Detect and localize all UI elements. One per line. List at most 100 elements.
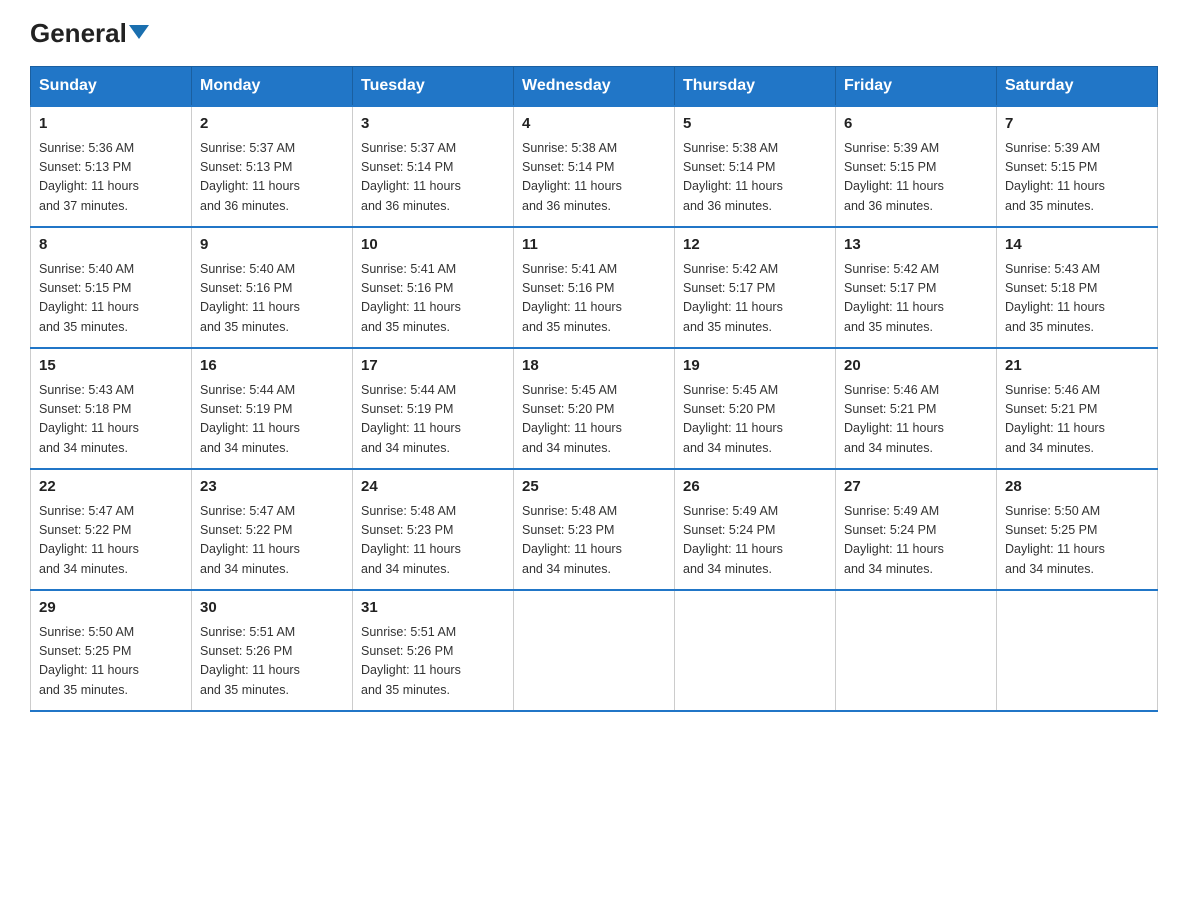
day-cell: 3 Sunrise: 5:37 AM Sunset: 5:14 PM Dayli… (353, 106, 514, 227)
day-number: 11 (522, 234, 666, 257)
day-cell: 11 Sunrise: 5:41 AM Sunset: 5:16 PM Dayl… (514, 227, 675, 348)
day-info: Sunrise: 5:47 AM Sunset: 5:22 PM Dayligh… (39, 502, 183, 580)
day-number: 7 (1005, 113, 1149, 136)
week-row-0: 1 Sunrise: 5:36 AM Sunset: 5:13 PM Dayli… (31, 106, 1158, 227)
day-cell: 15 Sunrise: 5:43 AM Sunset: 5:18 PM Dayl… (31, 348, 192, 469)
day-cell: 19 Sunrise: 5:45 AM Sunset: 5:20 PM Dayl… (675, 348, 836, 469)
logo-area: General (30, 20, 149, 48)
day-info: Sunrise: 5:38 AM Sunset: 5:14 PM Dayligh… (522, 139, 666, 217)
day-info: Sunrise: 5:38 AM Sunset: 5:14 PM Dayligh… (683, 139, 827, 217)
day-number: 26 (683, 476, 827, 499)
day-cell: 4 Sunrise: 5:38 AM Sunset: 5:14 PM Dayli… (514, 106, 675, 227)
day-number: 27 (844, 476, 988, 499)
calendar-table: SundayMondayTuesdayWednesdayThursdayFrid… (30, 66, 1158, 712)
day-number: 5 (683, 113, 827, 136)
day-info: Sunrise: 5:37 AM Sunset: 5:13 PM Dayligh… (200, 139, 344, 217)
day-cell: 20 Sunrise: 5:46 AM Sunset: 5:21 PM Dayl… (836, 348, 997, 469)
day-number: 15 (39, 355, 183, 378)
day-number: 21 (1005, 355, 1149, 378)
day-info: Sunrise: 5:45 AM Sunset: 5:20 PM Dayligh… (522, 381, 666, 459)
calendar-body: 1 Sunrise: 5:36 AM Sunset: 5:13 PM Dayli… (31, 106, 1158, 711)
week-row-3: 22 Sunrise: 5:47 AM Sunset: 5:22 PM Dayl… (31, 469, 1158, 590)
day-info: Sunrise: 5:47 AM Sunset: 5:22 PM Dayligh… (200, 502, 344, 580)
day-cell: 7 Sunrise: 5:39 AM Sunset: 5:15 PM Dayli… (997, 106, 1158, 227)
day-cell: 18 Sunrise: 5:45 AM Sunset: 5:20 PM Dayl… (514, 348, 675, 469)
day-info: Sunrise: 5:42 AM Sunset: 5:17 PM Dayligh… (683, 260, 827, 338)
day-number: 22 (39, 476, 183, 499)
day-cell: 2 Sunrise: 5:37 AM Sunset: 5:13 PM Dayli… (192, 106, 353, 227)
day-info: Sunrise: 5:44 AM Sunset: 5:19 PM Dayligh… (361, 381, 505, 459)
day-number: 10 (361, 234, 505, 257)
day-cell: 22 Sunrise: 5:47 AM Sunset: 5:22 PM Dayl… (31, 469, 192, 590)
day-number: 14 (1005, 234, 1149, 257)
day-info: Sunrise: 5:43 AM Sunset: 5:18 PM Dayligh… (1005, 260, 1149, 338)
day-number: 12 (683, 234, 827, 257)
day-cell: 31 Sunrise: 5:51 AM Sunset: 5:26 PM Dayl… (353, 590, 514, 711)
day-info: Sunrise: 5:40 AM Sunset: 5:16 PM Dayligh… (200, 260, 344, 338)
day-cell: 8 Sunrise: 5:40 AM Sunset: 5:15 PM Dayli… (31, 227, 192, 348)
day-cell: 12 Sunrise: 5:42 AM Sunset: 5:17 PM Dayl… (675, 227, 836, 348)
day-info: Sunrise: 5:44 AM Sunset: 5:19 PM Dayligh… (200, 381, 344, 459)
day-cell: 26 Sunrise: 5:49 AM Sunset: 5:24 PM Dayl… (675, 469, 836, 590)
day-number: 6 (844, 113, 988, 136)
week-row-1: 8 Sunrise: 5:40 AM Sunset: 5:15 PM Dayli… (31, 227, 1158, 348)
header-wednesday: Wednesday (514, 67, 675, 107)
header-monday: Monday (192, 67, 353, 107)
day-number: 2 (200, 113, 344, 136)
day-info: Sunrise: 5:51 AM Sunset: 5:26 PM Dayligh… (200, 623, 344, 701)
day-number: 19 (683, 355, 827, 378)
day-info: Sunrise: 5:39 AM Sunset: 5:15 PM Dayligh… (1005, 139, 1149, 217)
day-info: Sunrise: 5:39 AM Sunset: 5:15 PM Dayligh… (844, 139, 988, 217)
day-cell: 16 Sunrise: 5:44 AM Sunset: 5:19 PM Dayl… (192, 348, 353, 469)
day-cell (675, 590, 836, 711)
day-number: 18 (522, 355, 666, 378)
logo-general: General (30, 20, 149, 46)
day-number: 20 (844, 355, 988, 378)
day-cell: 1 Sunrise: 5:36 AM Sunset: 5:13 PM Dayli… (31, 106, 192, 227)
header-row: SundayMondayTuesdayWednesdayThursdayFrid… (31, 67, 1158, 107)
day-cell: 9 Sunrise: 5:40 AM Sunset: 5:16 PM Dayli… (192, 227, 353, 348)
day-cell (997, 590, 1158, 711)
day-cell: 21 Sunrise: 5:46 AM Sunset: 5:21 PM Dayl… (997, 348, 1158, 469)
week-row-4: 29 Sunrise: 5:50 AM Sunset: 5:25 PM Dayl… (31, 590, 1158, 711)
day-number: 31 (361, 597, 505, 620)
day-number: 17 (361, 355, 505, 378)
day-number: 30 (200, 597, 344, 620)
day-number: 16 (200, 355, 344, 378)
day-cell: 30 Sunrise: 5:51 AM Sunset: 5:26 PM Dayl… (192, 590, 353, 711)
day-info: Sunrise: 5:50 AM Sunset: 5:25 PM Dayligh… (39, 623, 183, 701)
day-cell: 10 Sunrise: 5:41 AM Sunset: 5:16 PM Dayl… (353, 227, 514, 348)
calendar-header: SundayMondayTuesdayWednesdayThursdayFrid… (31, 67, 1158, 107)
day-number: 1 (39, 113, 183, 136)
day-info: Sunrise: 5:46 AM Sunset: 5:21 PM Dayligh… (1005, 381, 1149, 459)
day-cell: 17 Sunrise: 5:44 AM Sunset: 5:19 PM Dayl… (353, 348, 514, 469)
day-cell: 29 Sunrise: 5:50 AM Sunset: 5:25 PM Dayl… (31, 590, 192, 711)
day-number: 4 (522, 113, 666, 136)
header-tuesday: Tuesday (353, 67, 514, 107)
day-number: 13 (844, 234, 988, 257)
day-number: 23 (200, 476, 344, 499)
day-number: 24 (361, 476, 505, 499)
day-number: 3 (361, 113, 505, 136)
day-cell: 5 Sunrise: 5:38 AM Sunset: 5:14 PM Dayli… (675, 106, 836, 227)
day-info: Sunrise: 5:40 AM Sunset: 5:15 PM Dayligh… (39, 260, 183, 338)
day-info: Sunrise: 5:37 AM Sunset: 5:14 PM Dayligh… (361, 139, 505, 217)
day-number: 9 (200, 234, 344, 257)
day-info: Sunrise: 5:48 AM Sunset: 5:23 PM Dayligh… (361, 502, 505, 580)
day-info: Sunrise: 5:45 AM Sunset: 5:20 PM Dayligh… (683, 381, 827, 459)
week-row-2: 15 Sunrise: 5:43 AM Sunset: 5:18 PM Dayl… (31, 348, 1158, 469)
day-number: 29 (39, 597, 183, 620)
day-cell: 13 Sunrise: 5:42 AM Sunset: 5:17 PM Dayl… (836, 227, 997, 348)
day-info: Sunrise: 5:50 AM Sunset: 5:25 PM Dayligh… (1005, 502, 1149, 580)
day-cell: 25 Sunrise: 5:48 AM Sunset: 5:23 PM Dayl… (514, 469, 675, 590)
day-number: 8 (39, 234, 183, 257)
header-thursday: Thursday (675, 67, 836, 107)
page-header: General (30, 20, 1158, 48)
day-cell: 23 Sunrise: 5:47 AM Sunset: 5:22 PM Dayl… (192, 469, 353, 590)
day-cell: 6 Sunrise: 5:39 AM Sunset: 5:15 PM Dayli… (836, 106, 997, 227)
header-friday: Friday (836, 67, 997, 107)
day-info: Sunrise: 5:36 AM Sunset: 5:13 PM Dayligh… (39, 139, 183, 217)
day-info: Sunrise: 5:42 AM Sunset: 5:17 PM Dayligh… (844, 260, 988, 338)
day-info: Sunrise: 5:43 AM Sunset: 5:18 PM Dayligh… (39, 381, 183, 459)
header-sunday: Sunday (31, 67, 192, 107)
